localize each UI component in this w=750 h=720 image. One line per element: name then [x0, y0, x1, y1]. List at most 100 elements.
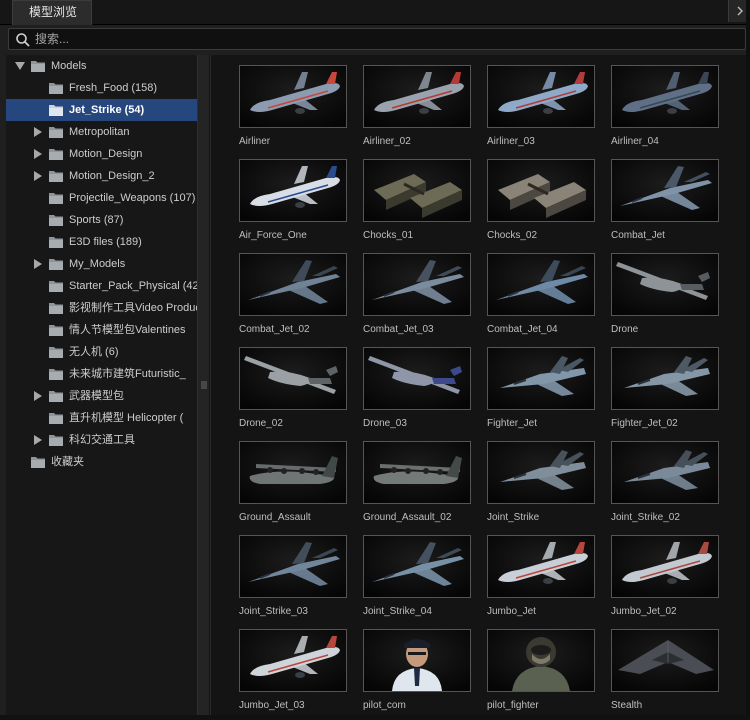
model-card[interactable]: Airliner_03: [487, 65, 595, 157]
model-thumbnail[interactable]: [239, 159, 347, 222]
model-card[interactable]: Ground_Assault_02: [363, 441, 471, 533]
model-thumbnail[interactable]: [239, 629, 347, 692]
model-thumbnail[interactable]: [611, 629, 719, 692]
model-card[interactable]: Drone: [611, 253, 719, 345]
folder-icon: [49, 171, 63, 182]
model-card[interactable]: Airliner_04: [611, 65, 719, 157]
model-card[interactable]: Combat_Jet: [611, 159, 719, 251]
model-preview-image: [240, 254, 346, 315]
model-card[interactable]: Jumbo_Jet_02: [611, 535, 719, 627]
model-thumbnail[interactable]: [363, 535, 471, 598]
panel-title-tab[interactable]: 模型浏览: [12, 0, 93, 25]
tree-item[interactable]: 未来城市建筑Futuristic_: [6, 363, 197, 385]
tree-item[interactable]: 直升机模型 Helicopter (: [6, 407, 197, 429]
model-thumbnail[interactable]: [487, 347, 595, 410]
tree-item[interactable]: E3D files (189): [6, 231, 197, 253]
search-input[interactable]: [35, 30, 735, 48]
tree-item[interactable]: Models: [6, 55, 197, 77]
model-thumbnail[interactable]: [363, 159, 471, 222]
model-thumbnail[interactable]: [611, 535, 719, 598]
folder-icon: [49, 193, 63, 204]
tree-item[interactable]: 影视制作工具Video Production: [6, 297, 197, 319]
model-card[interactable]: pilot_com: [363, 629, 471, 715]
model-card[interactable]: Combat_Jet_02: [239, 253, 347, 345]
model-card[interactable]: Drone_03: [363, 347, 471, 439]
tree-item[interactable]: 武器模型包: [6, 385, 197, 407]
model-preview-image: [364, 254, 470, 315]
model-card[interactable]: Combat_Jet_03: [363, 253, 471, 345]
tree-item[interactable]: Starter_Pack_Physical (42): [6, 275, 197, 297]
model-thumbnail[interactable]: [487, 253, 595, 316]
model-card[interactable]: Air_Force_One: [239, 159, 347, 251]
model-card[interactable]: Drone_02: [239, 347, 347, 439]
grip-icon: [201, 381, 207, 389]
model-thumbnail[interactable]: [363, 441, 471, 504]
model-thumbnail[interactable]: [363, 253, 471, 316]
model-thumbnail[interactable]: [239, 65, 347, 128]
tree-item[interactable]: Motion_Design_2: [6, 165, 197, 187]
model-card[interactable]: pilot_fighter: [487, 629, 595, 715]
model-thumbnail[interactable]: [363, 65, 471, 128]
model-thumbnail[interactable]: [363, 347, 471, 410]
model-thumbnail[interactable]: [611, 441, 719, 504]
panel-splitter[interactable]: [197, 55, 210, 715]
model-name-label: Joint_Strike: [487, 512, 540, 523]
tree-item[interactable]: Metropolitan: [6, 121, 197, 143]
tree-item[interactable]: Motion_Design: [6, 143, 197, 165]
tree-item-label: Motion_Design_2: [69, 170, 155, 182]
model-card[interactable]: Jumbo_Jet_03: [239, 629, 347, 715]
model-card[interactable]: Stealth: [611, 629, 719, 715]
model-thumbnail[interactable]: [611, 347, 719, 410]
model-card[interactable]: Joint_Strike: [487, 441, 595, 533]
tree-item[interactable]: 科幻交通工具: [6, 429, 197, 451]
model-card[interactable]: Jumbo_Jet: [487, 535, 595, 627]
tree-item[interactable]: 收藏夹: [6, 451, 197, 473]
tree-item[interactable]: My_Models: [6, 253, 197, 275]
model-thumbnail[interactable]: [487, 65, 595, 128]
model-name-label: Fighter_Jet: [487, 418, 538, 429]
tree-item[interactable]: Fresh_Food (158): [6, 77, 197, 99]
tree-item[interactable]: Jet_Strike (54): [6, 99, 197, 121]
model-thumbnail[interactable]: [487, 441, 595, 504]
model-card[interactable]: Ground_Assault: [239, 441, 347, 533]
model-card[interactable]: Joint_Strike_04: [363, 535, 471, 627]
collapse-arrow-icon[interactable]: [33, 435, 43, 445]
model-name-label: Airliner_02: [363, 136, 411, 147]
tree-item[interactable]: 情人节模型包Valentines: [6, 319, 197, 341]
model-name-label: Combat_Jet_04: [487, 324, 558, 335]
collapse-arrow-icon[interactable]: [33, 391, 43, 401]
tree-item-label: 科幻交通工具: [69, 434, 135, 446]
tree-item[interactable]: Sports (87): [6, 209, 197, 231]
collapse-arrow-icon[interactable]: [33, 259, 43, 269]
model-preview-image: [612, 442, 718, 503]
model-thumbnail[interactable]: [487, 629, 595, 692]
model-thumbnail[interactable]: [611, 253, 719, 316]
model-thumbnail[interactable]: [363, 629, 471, 692]
tree-item[interactable]: Projectile_Weapons (107): [6, 187, 197, 209]
model-thumbnail[interactable]: [487, 159, 595, 222]
model-name-label: Airliner_03: [487, 136, 535, 147]
model-card[interactable]: Airliner_02: [363, 65, 471, 157]
model-thumbnail[interactable]: [611, 65, 719, 128]
model-card[interactable]: Fighter_Jet_02: [611, 347, 719, 439]
model-card[interactable]: Airliner: [239, 65, 347, 157]
model-card[interactable]: Combat_Jet_04: [487, 253, 595, 345]
tree-item[interactable]: 无人机 (6): [6, 341, 197, 363]
model-thumbnail[interactable]: [239, 535, 347, 598]
expand-arrow-icon[interactable]: [15, 61, 25, 71]
collapse-arrow-icon[interactable]: [33, 149, 43, 159]
model-thumbnail[interactable]: [239, 347, 347, 410]
model-card[interactable]: Chocks_01: [363, 159, 471, 251]
collapse-arrow-icon[interactable]: [33, 127, 43, 137]
model-name-label: Combat_Jet_02: [239, 324, 310, 335]
tree-item-label: Starter_Pack_Physical (42): [69, 280, 197, 292]
model-thumbnail[interactable]: [239, 253, 347, 316]
model-card[interactable]: Fighter_Jet: [487, 347, 595, 439]
model-thumbnail[interactable]: [611, 159, 719, 222]
model-card[interactable]: Joint_Strike_03: [239, 535, 347, 627]
model-thumbnail[interactable]: [239, 441, 347, 504]
model-card[interactable]: Chocks_02: [487, 159, 595, 251]
model-thumbnail[interactable]: [487, 535, 595, 598]
model-card[interactable]: Joint_Strike_02: [611, 441, 719, 533]
collapse-arrow-icon[interactable]: [33, 171, 43, 181]
